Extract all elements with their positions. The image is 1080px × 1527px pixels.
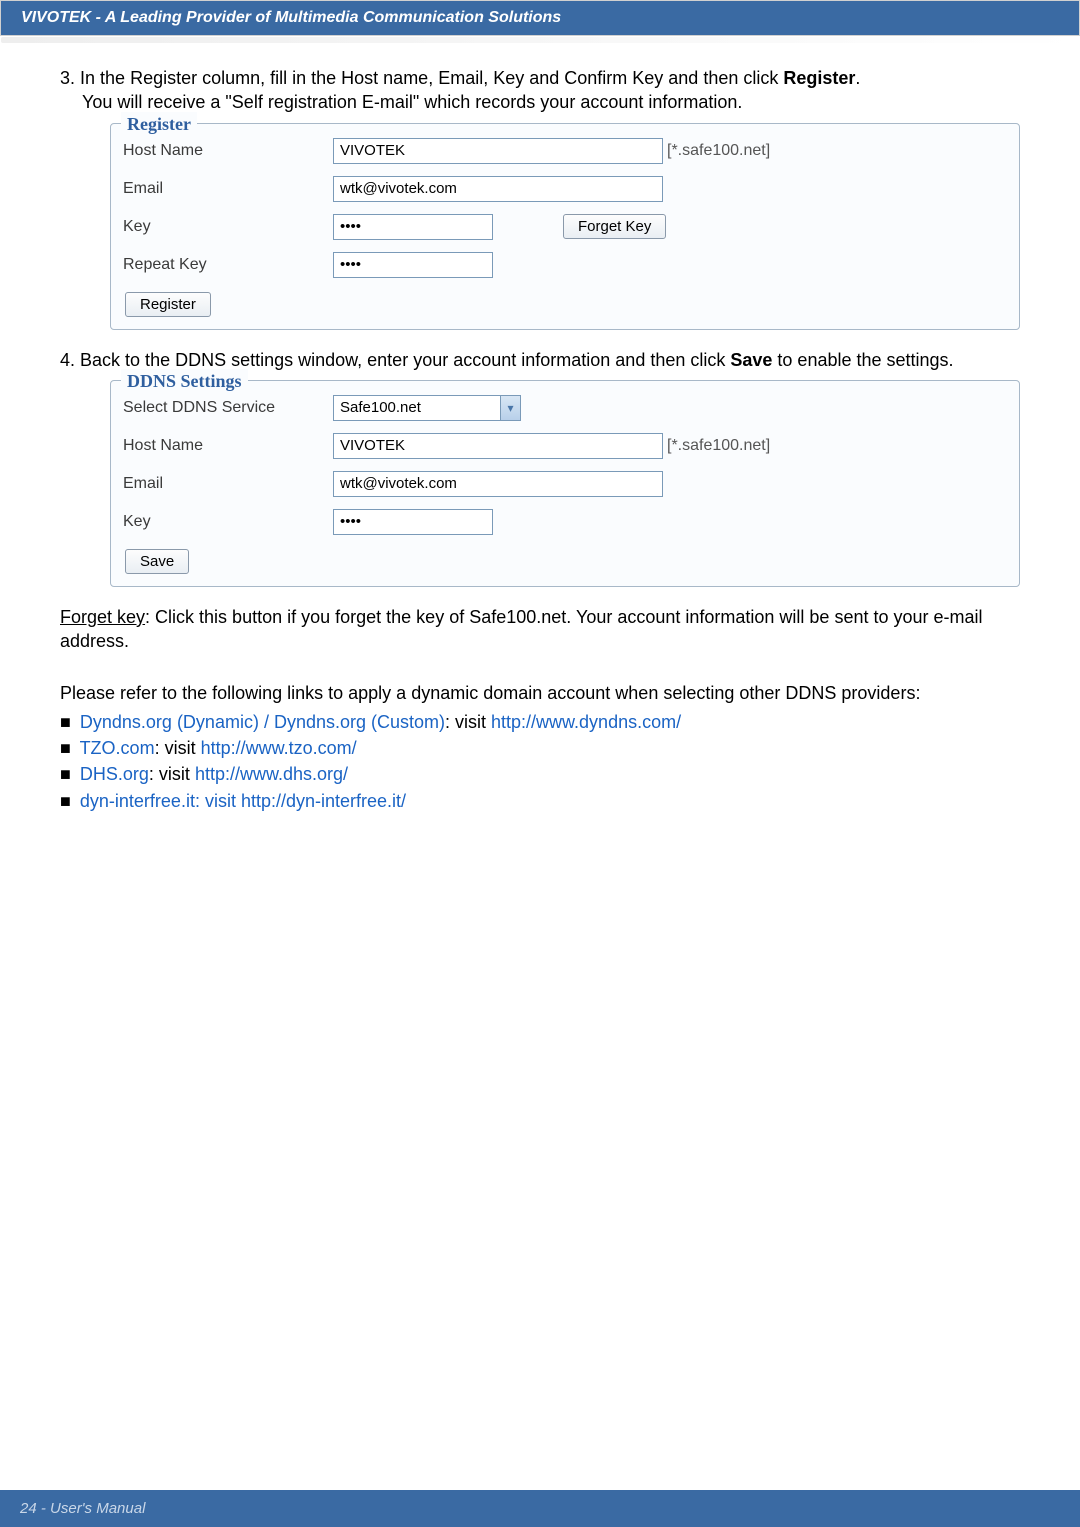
link-mid: : visit [445,712,491,732]
step-text: In the Register column, fill in the Host… [80,68,783,88]
link-mid: : visit [195,791,241,811]
step-tail: . [855,68,860,88]
provider-name: Dyndns.org (Dynamic) / Dyndns.org (Custo… [80,712,445,732]
provider-url[interactable]: http://www.dyndns.com/ [491,712,681,732]
host-name-label: Host Name [123,140,333,162]
email-input[interactable] [333,176,663,202]
row-select-service: Select DDNS Service Safe100.net ▾ [123,389,1007,427]
ddns-service-select[interactable]: Safe100.net ▾ [333,395,521,421]
row-ddns-host: Host Name [*.safe100.net] [123,427,1007,465]
ddns-host-label: Host Name [123,435,333,457]
page-content: 3. In the Register column, fill in the H… [0,66,1080,813]
step4-text: Back to the DDNS settings window, enter … [80,350,730,370]
step-number-4: 4. [60,350,75,370]
ddns-legend: DDNS Settings [121,369,248,393]
forget-key-rest: : Click this button if you forget the ke… [60,607,983,651]
step-bold: Register [783,68,855,88]
ddns-key-input[interactable] [333,509,493,535]
bullet-icon: ■ [60,764,71,784]
provider-links: ■ Dyndns.org (Dynamic) / Dyndns.org (Cus… [60,710,1020,813]
forget-key-lead: Forget key [60,607,145,627]
page-footer: 24 - User's Manual [0,1490,1080,1527]
step4-tail: to enable the settings. [772,350,953,370]
repeat-key-input[interactable] [333,252,493,278]
link-dyninterfree: ■ dyn-interfree.it: visit http://dyn-int… [60,789,1020,813]
link-tzo: ■ TZO.com: visit http://www.tzo.com/ [60,736,1020,760]
row-ddns-email: Email [123,465,1007,503]
ddns-host-input[interactable] [333,433,663,459]
row-ddns-key: Key [123,503,1007,541]
row-key: Key Forget Key [123,208,1007,246]
register-button[interactable]: Register [125,292,211,317]
host-suffix: [*.safe100.net] [667,140,770,162]
ddns-key-label: Key [123,511,333,533]
chevron-down-icon: ▾ [500,396,520,420]
key-label: Key [123,216,333,238]
repeat-key-label: Repeat Key [123,254,333,276]
link-dyndns: ■ Dyndns.org (Dynamic) / Dyndns.org (Cus… [60,710,1020,734]
register-legend: Register [121,112,197,136]
step-number: 3. [60,68,75,88]
ddns-email-input[interactable] [333,471,663,497]
provider-name: DHS.org [80,764,149,784]
provider-url[interactable]: http://dyn-interfree.it/ [241,791,406,811]
step-3: 3. In the Register column, fill in the H… [60,66,1020,115]
step-sub: You will receive a "Self registration E-… [82,90,1020,114]
select-service-label: Select DDNS Service [123,397,333,419]
step4-bold: Save [730,350,772,370]
save-button[interactable]: Save [125,549,189,574]
link-mid: : visit [149,764,195,784]
forget-key-button[interactable]: Forget Key [563,214,666,239]
bullet-icon: ■ [60,738,71,758]
ddns-fieldset: DDNS Settings Select DDNS Service Safe10… [110,380,1020,587]
ddns-host-suffix: [*.safe100.net] [667,435,770,457]
register-fieldset: Register Host Name [*.safe100.net] Email… [110,123,1020,330]
row-repeat-key: Repeat Key [123,246,1007,284]
forget-key-note: Forget key: Click this button if you for… [60,605,1020,654]
provider-name: TZO.com [80,738,155,758]
footer-text: 24 - User's Manual [20,1500,145,1517]
page-header: VIVOTEK - A Leading Provider of Multimed… [0,0,1080,36]
host-name-input[interactable] [333,138,663,164]
row-host-name: Host Name [*.safe100.net] [123,132,1007,170]
header-title: VIVOTEK - A Leading Provider of Multimed… [1,1,1079,35]
ddns-email-label: Email [123,473,333,495]
link-mid: : visit [155,738,201,758]
links-intro: Please refer to the following links to a… [60,681,1020,705]
provider-name: dyn-interfree.it [80,791,195,811]
email-label: Email [123,178,333,200]
row-email: Email [123,170,1007,208]
provider-url[interactable]: http://www.tzo.com/ [201,738,357,758]
link-dhs: ■ DHS.org: visit http://www.dhs.org/ [60,762,1020,786]
provider-url[interactable]: http://www.dhs.org/ [195,764,348,784]
bullet-icon: ■ [60,791,71,811]
bullet-icon: ■ [60,712,71,732]
select-value: Safe100.net [340,398,421,418]
key-input[interactable] [333,214,493,240]
